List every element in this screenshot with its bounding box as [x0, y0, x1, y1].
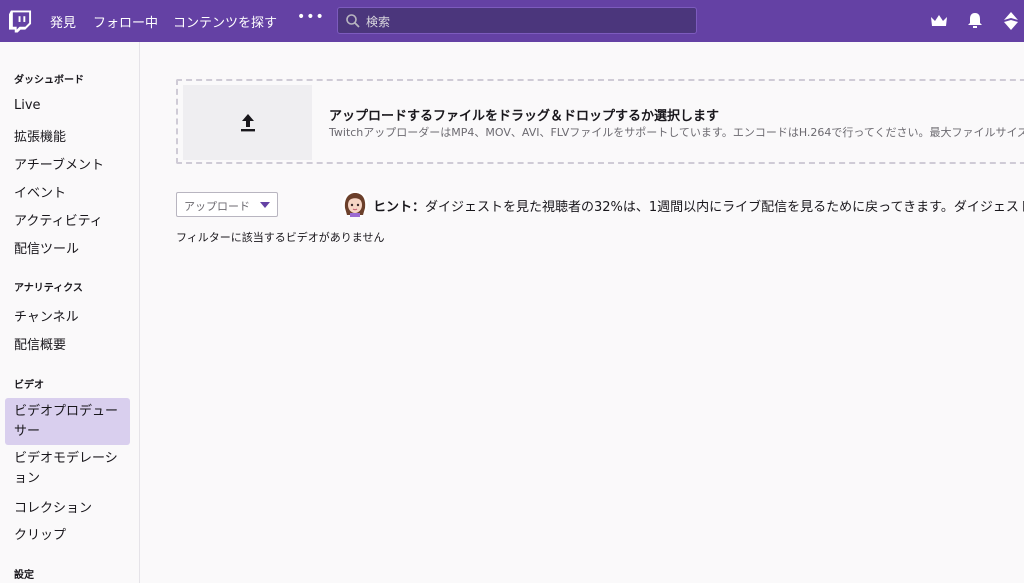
- nav-browse[interactable]: コンテンツを探す: [173, 12, 277, 31]
- hint-label: ヒント：: [373, 200, 426, 215]
- upload-title: アップロードするファイルをドラッグ＆ドロップするか選択します: [329, 109, 720, 124]
- sidebar-item-extensions[interactable]: 拡張機能: [14, 126, 66, 145]
- sidebar-section-analytics: アナリティクス: [14, 283, 83, 294]
- sidebar-item-events[interactable]: イベント: [14, 182, 66, 201]
- hint-avatar-icon: [342, 191, 368, 217]
- bits-gem-icon[interactable]: [1002, 12, 1020, 30]
- sidebar-item-collections[interactable]: コレクション: [14, 497, 92, 516]
- upload-arrow-icon: [241, 114, 255, 132]
- sidebar-section-video: ビデオ: [14, 380, 44, 391]
- twitch-logo-icon[interactable]: [9, 9, 32, 33]
- search-placeholder: 検索: [366, 15, 391, 29]
- upload-dropzone[interactable]: アップロードするファイルをドラッグ＆ドロップするか選択します Twitchアップ…: [176, 79, 1024, 164]
- sidebar-item-clips[interactable]: クリップ: [14, 524, 66, 543]
- sidebar-item-achievements[interactable]: アチーブメント: [14, 154, 104, 173]
- sidebar-item-video-producer[interactable]: ビデオプロデューサー: [14, 402, 124, 442]
- sidebar-item-live[interactable]: Live: [14, 98, 41, 113]
- sidebar-item-activity[interactable]: アクティビティ: [14, 210, 103, 229]
- search-icon: [346, 14, 360, 28]
- top-nav-bar: 発見 フォロー中 コンテンツを探す ••• 検索: [0, 0, 1024, 42]
- filter-dropdown-value: アップロード: [184, 200, 250, 213]
- sidebar-item-channel[interactable]: チャンネル: [14, 306, 79, 325]
- upload-subtitle: TwitchアップローダーはMP4、MOV、AVI、FLVファイルをサポートして…: [329, 126, 1024, 139]
- sidebar: ダッシュボード Live 拡張機能 アチーブメント イベント アクティビティ 配…: [0, 42, 140, 583]
- search-input[interactable]: 検索: [337, 7, 697, 34]
- sidebar-item-stream-summary[interactable]: 配信概要: [14, 334, 66, 353]
- empty-state-message: フィルターに該当するビデオがありません: [176, 231, 385, 244]
- upload-button[interactable]: [183, 85, 312, 160]
- hint-text: ヒント：ダイジェストを見た視聴者の32%は、1週間以内にライブ配信を見るために戻…: [373, 196, 1024, 215]
- nav-discover[interactable]: 発見: [50, 12, 76, 31]
- chevron-down-icon: [260, 202, 270, 208]
- notifications-bell-icon[interactable]: [966, 12, 984, 30]
- hint-body: ダイジェストを見た視聴者の32%は、1週間以内にライブ配信を見るために戻ってきま…: [425, 200, 1024, 215]
- sidebar-item-video-moderation[interactable]: ビデオモデレーション: [14, 449, 124, 489]
- filter-dropdown[interactable]: アップロード: [176, 192, 278, 217]
- crown-icon[interactable]: [930, 12, 948, 30]
- sidebar-section-settings: 設定: [14, 570, 34, 581]
- sidebar-section-dashboard: ダッシュボード: [14, 75, 84, 86]
- sidebar-item-stream-tools[interactable]: 配信ツール: [14, 238, 79, 257]
- nav-following[interactable]: フォロー中: [93, 12, 158, 31]
- more-menu-button[interactable]: •••: [297, 9, 325, 25]
